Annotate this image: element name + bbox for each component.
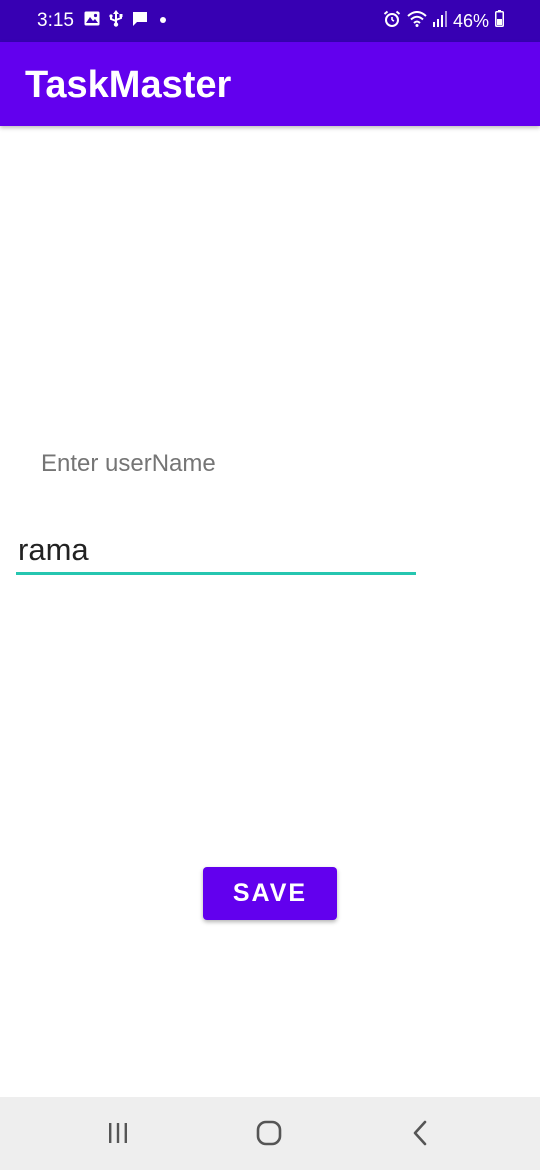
dot-icon (156, 12, 170, 31)
username-label: Enter userName (41, 450, 216, 477)
status-bar: 3:15 46% (0, 0, 540, 42)
home-icon[interactable] (249, 1117, 289, 1149)
battery-icon (495, 10, 504, 32)
status-system-icons: 46% (383, 10, 504, 32)
wifi-icon (407, 10, 427, 32)
usb-icon (108, 10, 124, 32)
status-time: 3:15 (37, 10, 74, 31)
app-title: TaskMaster (25, 64, 232, 106)
app-bar: TaskMaster (0, 42, 540, 126)
gallery-icon (84, 11, 100, 31)
recents-icon[interactable] (98, 1117, 138, 1149)
username-input[interactable] (16, 528, 416, 575)
signal-icon (432, 10, 447, 32)
alarm-icon (383, 10, 401, 33)
back-icon[interactable] (400, 1117, 440, 1149)
navigation-bar (0, 1097, 540, 1170)
battery-percent: 46% (452, 11, 489, 31)
message-icon (132, 11, 148, 32)
save-button[interactable]: SAVE (203, 867, 337, 920)
status-notification-icons (84, 10, 170, 32)
